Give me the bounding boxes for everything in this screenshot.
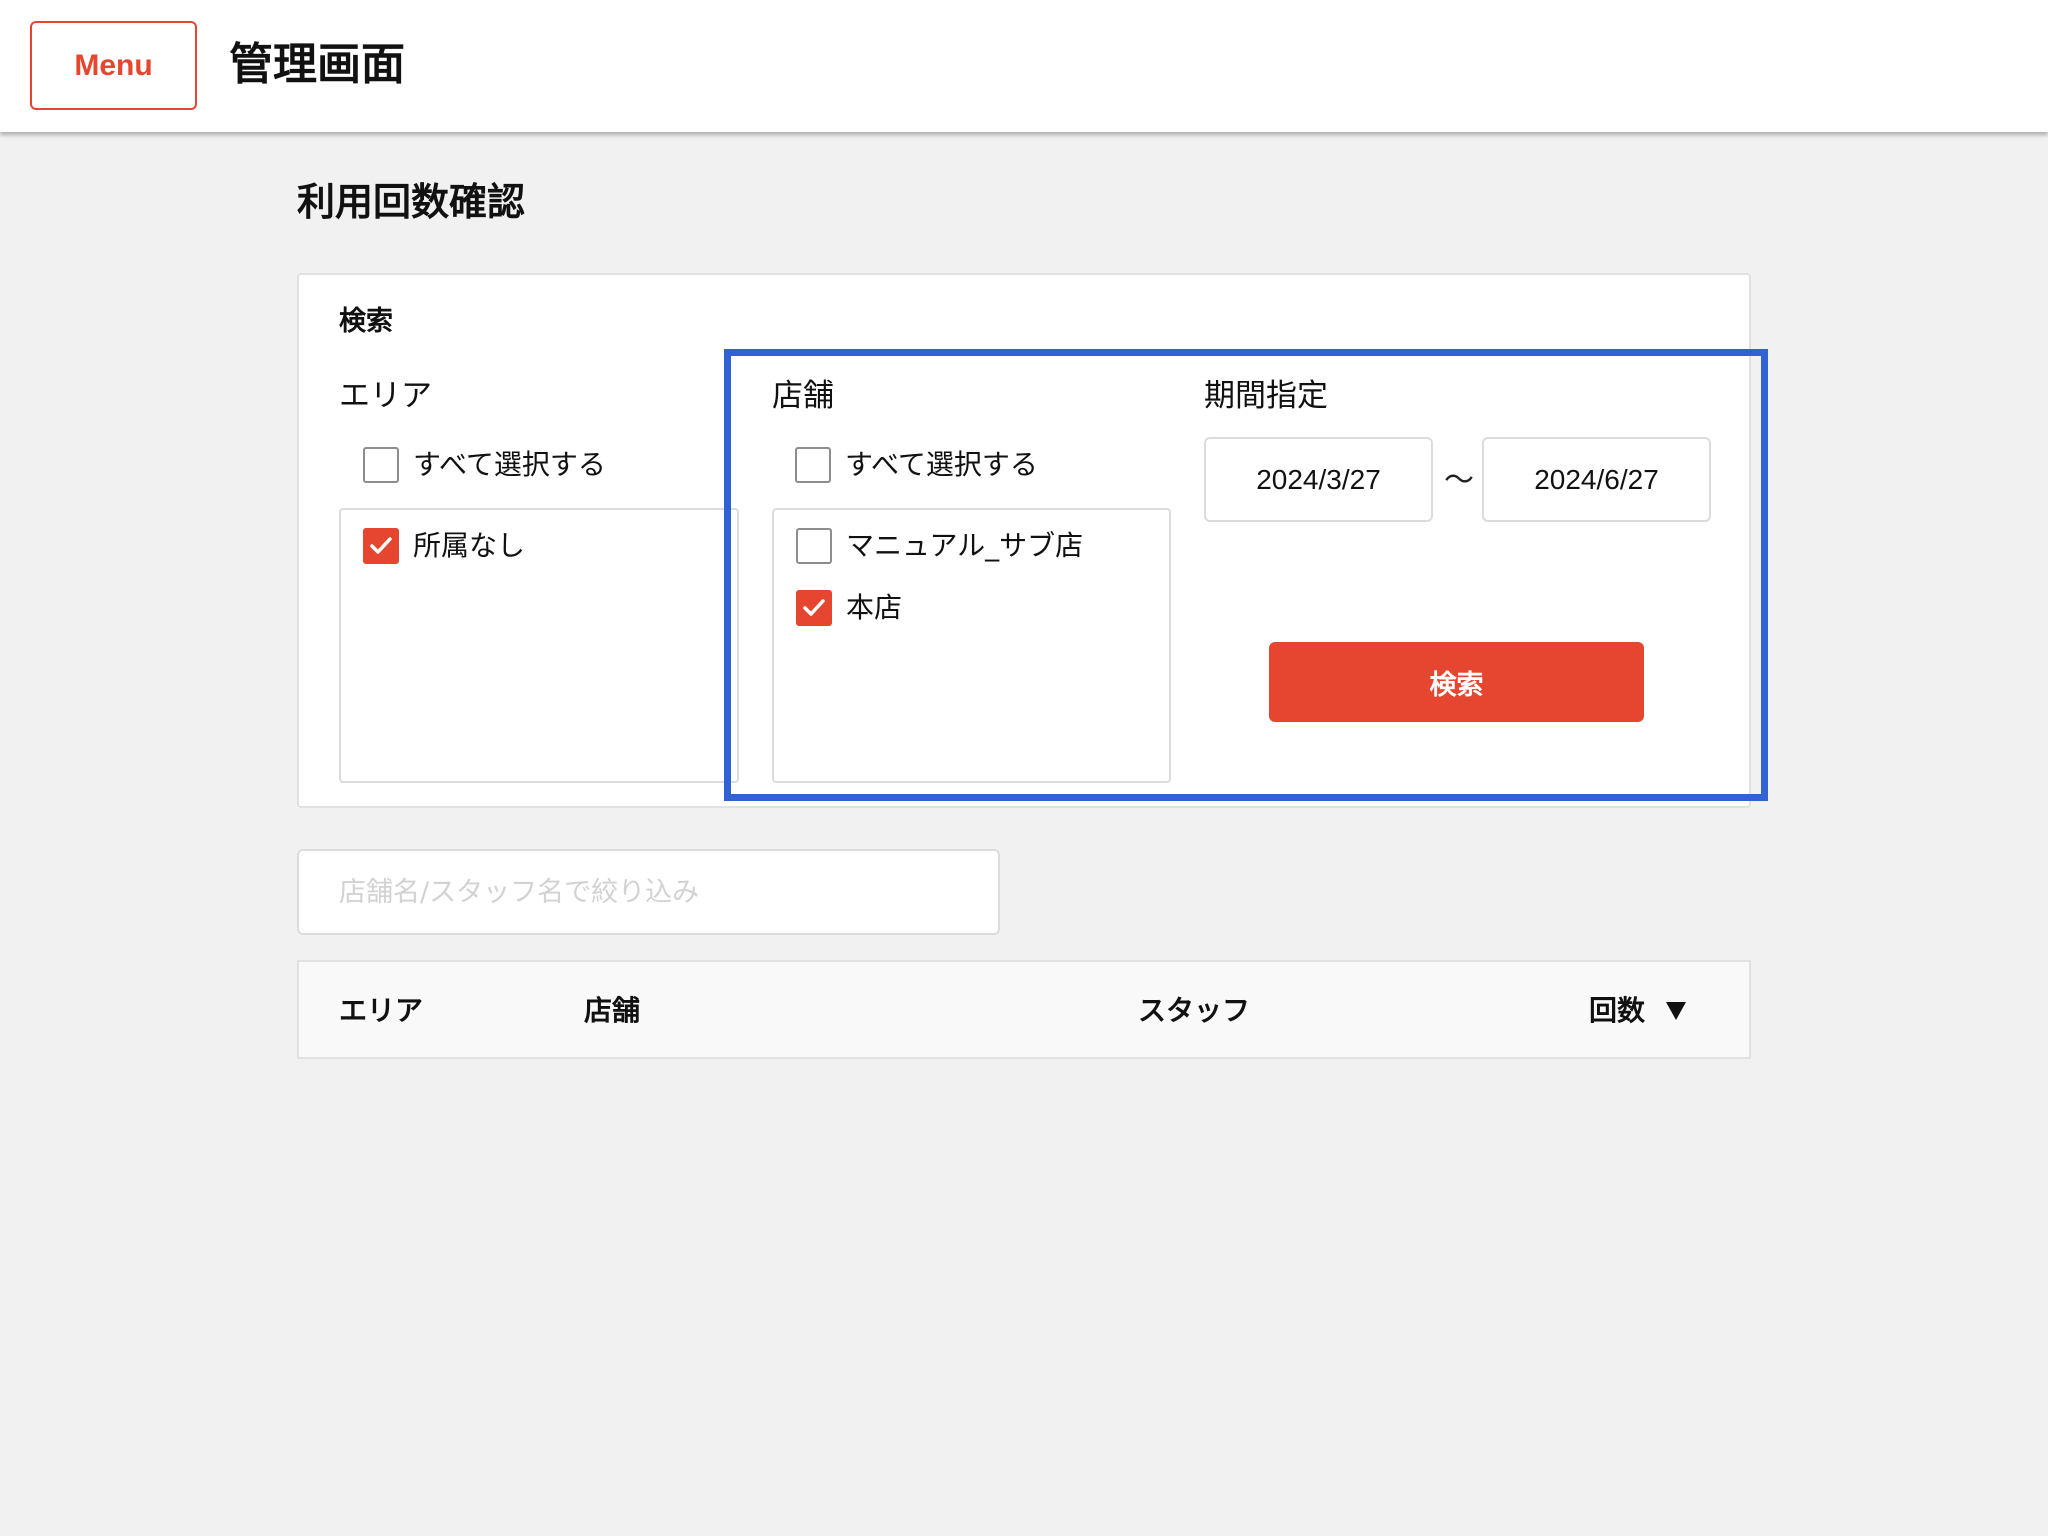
area-options-list: 所属なし [339,508,739,783]
page-title: 利用回数確認 [297,180,526,224]
start-date-input[interactable] [1204,437,1433,522]
column-header-staff: スタッフ [1138,994,1251,1027]
store-options-list: マニュアル_サブ店 本店 [772,508,1171,783]
column-header-area: エリア [339,994,424,1027]
area-select-all-label: すべて選択する [413,448,606,481]
search-heading: 検索 [339,306,393,337]
checked-checkbox-icon[interactable] [363,528,399,564]
area-select-all-checkbox[interactable]: すべて選択する [363,445,606,485]
store-select-all-checkbox[interactable]: すべて選択する [795,445,1038,485]
store-option-label: 本店 [846,591,903,624]
date-range-separator: 〜 [1444,463,1474,498]
area-option-label: 所属なし [413,529,526,562]
area-label: エリア [339,378,432,414]
results-table-header: エリア 店舗 スタッフ 回数 [297,960,1751,1059]
column-header-store: 店舗 [584,994,641,1027]
column-header-count[interactable]: 回数 [1589,992,1687,1030]
unchecked-checkbox-icon[interactable] [796,528,832,564]
period-label: 期間指定 [1204,378,1328,414]
store-select-all-label: すべて選択する [845,448,1038,481]
search-panel: 検索 エリア すべて選択する 所属なし 店舗 すべて選択する マニュアル_サブ店… [297,273,1751,808]
store-option-label: マニュアル_サブ店 [846,529,1084,562]
column-header-count-label: 回数 [1589,994,1646,1027]
store-label: 店舗 [772,378,834,414]
store-option-main[interactable]: 本店 [796,588,902,628]
search-button[interactable]: 検索 [1269,642,1644,722]
store-option-manual-sub[interactable]: マニュアル_サブ店 [796,526,1083,566]
unchecked-checkbox-icon[interactable] [795,447,831,483]
app-title: 管理画面 [229,39,405,90]
end-date-input[interactable] [1482,437,1711,522]
filter-input[interactable] [297,849,1000,935]
unchecked-checkbox-icon[interactable] [363,447,399,483]
triangle-down-icon[interactable] [1665,1001,1687,1021]
top-header: Menu 管理画面 [0,0,2048,132]
menu-button[interactable]: Menu [30,21,197,110]
area-option-none[interactable]: 所属なし [363,526,525,566]
checked-checkbox-icon[interactable] [796,590,832,626]
